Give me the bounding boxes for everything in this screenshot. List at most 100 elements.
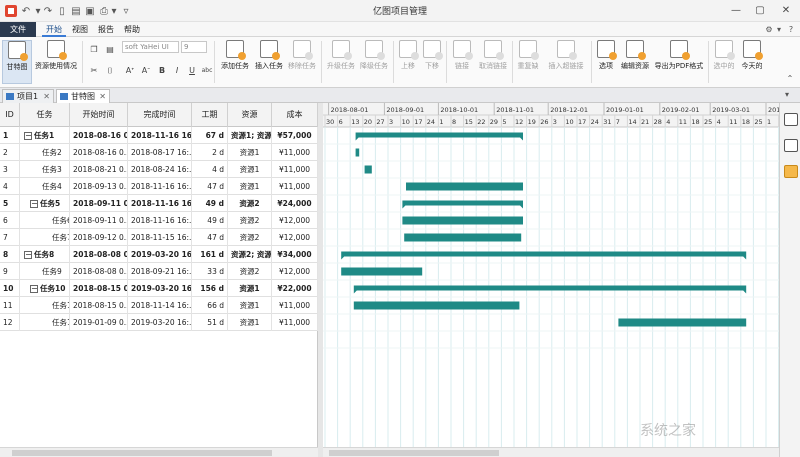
- cell-start[interactable]: 2018-09-11 0...: [70, 195, 128, 212]
- cell-end[interactable]: 2018-11-16 16:...: [128, 127, 192, 144]
- font-size-select[interactable]: 9: [181, 41, 207, 53]
- menu-help[interactable]: 帮助: [122, 22, 142, 37]
- cell-start[interactable]: 2018-09-11 0...: [70, 212, 128, 229]
- format-painter-icon[interactable]: ⌷: [104, 65, 116, 77]
- cell-name[interactable]: 任务4: [20, 178, 70, 195]
- options-button[interactable]: 选项: [594, 40, 618, 84]
- cell-start[interactable]: 2018-08-16 0...: [70, 144, 128, 161]
- cell-res[interactable]: 资源1: [228, 314, 272, 331]
- menu-view[interactable]: 视图: [70, 22, 90, 37]
- downgrade-task-button[interactable]: 降级任务: [357, 40, 391, 84]
- unlink-button[interactable]: 取消链接: [476, 40, 510, 84]
- help-icon[interactable]: ?: [786, 22, 796, 37]
- cell-name[interactable]: 任务6: [20, 212, 70, 229]
- close-button[interactable]: ✕: [775, 2, 797, 20]
- bold-icon[interactable]: B: [156, 65, 168, 77]
- settings-dropdown-icon[interactable]: ▾: [775, 22, 783, 37]
- gantt-view-button[interactable]: 甘特图: [2, 40, 32, 84]
- close-tab-icon[interactable]: ✕: [43, 90, 50, 103]
- cell-dur[interactable]: 49 d: [192, 212, 228, 229]
- cell-start[interactable]: 2018-08-08 0...: [70, 263, 128, 280]
- cell-dur[interactable]: 156 d: [192, 280, 228, 297]
- cell-res[interactable]: 资源1: [228, 144, 272, 161]
- task-info-panel-icon[interactable]: [784, 165, 798, 178]
- table-row[interactable]: 8−任务82018-08-08 0...2019-03-20 16:...161…: [0, 246, 318, 263]
- collapse-toggle-icon[interactable]: −: [24, 251, 32, 259]
- cell-id[interactable]: 1: [0, 127, 20, 144]
- cell-end[interactable]: 2019-03-20 16:...: [128, 280, 192, 297]
- cell-cost[interactable]: ¥12,000: [272, 229, 318, 246]
- cell-res[interactable]: 资源2: [228, 229, 272, 246]
- col-cost[interactable]: 成本: [272, 103, 318, 127]
- move-down-button[interactable]: 下移: [421, 40, 443, 84]
- export-pdf-button[interactable]: 导出为PDF格式: [652, 40, 706, 84]
- paste-icon[interactable]: ▤: [104, 44, 116, 56]
- resource-panel-icon[interactable]: [784, 139, 798, 152]
- settings-gear-icon[interactable]: ⚙: [763, 22, 775, 37]
- table-row[interactable]: 11 任务112018-08-15 0...2018-11-14 16:...66…: [0, 297, 318, 314]
- cell-name[interactable]: − 任务5: [20, 195, 70, 212]
- cell-dur[interactable]: 67 d: [192, 127, 228, 144]
- table-row[interactable]: 7 任务7 2018-09-12 0... 2018-11-15 16:... 47 d…: [0, 229, 318, 246]
- cell-dur[interactable]: 161 d: [192, 246, 228, 263]
- tab-gantt[interactable]: 甘特图 ✕: [56, 89, 110, 103]
- cell-id[interactable]: 6: [0, 212, 20, 229]
- cell-start[interactable]: 2018-08-15 0...: [70, 297, 128, 314]
- table-row[interactable]: 10−任务102018-08-15 0...2019-03-20 16:...1…: [0, 280, 318, 297]
- cell-res[interactable]: 资源2: [228, 195, 272, 212]
- edit-resource-button[interactable]: 编辑资源: [620, 40, 650, 84]
- insert-task-button[interactable]: 插入任务: [252, 40, 286, 84]
- cell-start[interactable]: 2018-08-21 0...: [70, 161, 128, 178]
- upgrade-task-button[interactable]: 升级任务: [324, 40, 358, 84]
- font-grow-icon[interactable]: Aᐩ: [124, 65, 136, 77]
- cell-end[interactable]: 2018-08-17 16:...: [128, 144, 192, 161]
- cell-dur[interactable]: 47 d: [192, 178, 228, 195]
- cell-id[interactable]: 8: [0, 246, 20, 263]
- cell-id[interactable]: 7: [0, 229, 20, 246]
- cell-name[interactable]: − 任务10: [20, 280, 70, 297]
- cell-name[interactable]: 任务9: [20, 263, 70, 280]
- tab-project1[interactable]: 项目1 ✕: [2, 89, 54, 103]
- cell-start[interactable]: 2018-08-16 0...: [70, 127, 128, 144]
- table-row[interactable]: 2 任务2 2018-08-16 0... 2018-08-17 16:... 2 d资…: [0, 144, 318, 161]
- italic-icon[interactable]: I: [171, 65, 183, 77]
- table-row[interactable]: 4 任务4 2018-09-13 0... 2018-11-16 16:... 47 d…: [0, 178, 318, 195]
- cell-res[interactable]: 资源1: [228, 178, 272, 195]
- cell-name[interactable]: 任务2: [20, 144, 70, 161]
- cell-cost[interactable]: ¥24,000: [272, 195, 318, 212]
- cell-name[interactable]: 任务7: [20, 229, 70, 246]
- cell-cost[interactable]: ¥11,000: [272, 144, 318, 161]
- table-row[interactable]: 6 任务6 2018-09-11 0... 2018-11-16 16:... 49 d…: [0, 212, 318, 229]
- minimize-button[interactable]: —: [725, 2, 747, 20]
- menu-home[interactable]: 开始: [42, 22, 66, 37]
- menu-report[interactable]: 报告: [96, 22, 116, 37]
- menu-file[interactable]: 文件: [0, 22, 36, 37]
- cell-id[interactable]: 10: [0, 280, 20, 297]
- font-shrink-icon[interactable]: Aᐨ: [140, 65, 152, 77]
- cell-end[interactable]: 2018-11-16 16:...: [128, 212, 192, 229]
- cell-end[interactable]: 2019-03-20 16:...: [128, 314, 192, 331]
- cell-id[interactable]: 4: [0, 178, 20, 195]
- cut-icon[interactable]: ✂: [88, 65, 100, 77]
- cell-start[interactable]: 2018-08-08 0...: [70, 246, 128, 263]
- cell-end[interactable]: 2018-11-15 16:...: [128, 229, 192, 246]
- cell-dur[interactable]: 4 d: [192, 161, 228, 178]
- insert-hyperlink-button[interactable]: 插入超链接: [545, 40, 587, 84]
- col-start[interactable]: 开始时间: [70, 103, 128, 127]
- tab-list-icon[interactable]: ▾: [785, 90, 789, 99]
- cell-res[interactable]: 资源2: [228, 212, 272, 229]
- cell-dur[interactable]: 66 d: [192, 297, 228, 314]
- collapse-ribbon-icon[interactable]: ⌃: [784, 73, 796, 85]
- cell-id[interactable]: 3: [0, 161, 20, 178]
- cell-end[interactable]: 2018-11-14 16:...: [128, 297, 192, 314]
- cell-start[interactable]: 2018-08-15 0...: [70, 280, 128, 297]
- cell-res[interactable]: 资源1: [228, 297, 272, 314]
- selected-button[interactable]: 选中的: [711, 40, 737, 84]
- font-name-select[interactable]: soft YaHei UI: [122, 41, 179, 53]
- cell-end[interactable]: 2019-03-20 16:...: [128, 246, 192, 263]
- cell-cost[interactable]: ¥22,000: [272, 280, 318, 297]
- col-duration[interactable]: 工期: [192, 103, 228, 127]
- gantt-horizontal-scrollbar[interactable]: [323, 447, 779, 457]
- cell-cost[interactable]: ¥11,000: [272, 314, 318, 331]
- cell-dur[interactable]: 49 d: [192, 195, 228, 212]
